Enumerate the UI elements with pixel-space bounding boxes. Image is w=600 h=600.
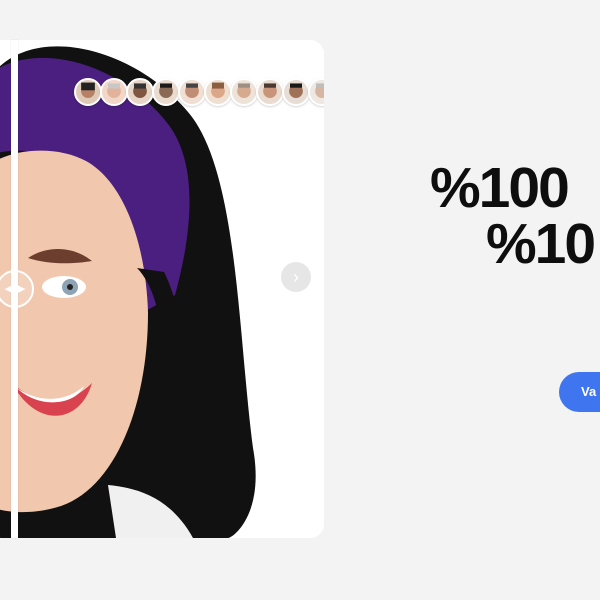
headline-line-1: %100: [430, 156, 570, 220]
chevron-right-icon: ›: [293, 267, 299, 287]
hero-headline: %100 %10: [430, 160, 600, 276]
chevron-left-icon: ◀: [5, 282, 14, 295]
avatar-5[interactable]: [178, 78, 206, 106]
next-arrow-button[interactable]: ›: [281, 262, 311, 292]
portrait-image: [0, 40, 324, 538]
avatar-10[interactable]: [308, 78, 324, 106]
avatar-8[interactable]: [256, 78, 284, 106]
page: › ◀ ▶ %100 %10 Va: [0, 0, 600, 600]
avatar-9[interactable]: [282, 78, 310, 106]
headline-line-2: %10: [486, 212, 596, 276]
avatar-6[interactable]: [204, 78, 232, 106]
avatar-7[interactable]: [230, 78, 258, 106]
avatar-1[interactable]: [74, 78, 102, 106]
avatar-3[interactable]: [126, 78, 154, 106]
chevron-right-icon: ▶: [16, 282, 25, 295]
avatar-strip[interactable]: [74, 78, 324, 106]
smile-preview-card: ›: [0, 40, 324, 538]
avatar-4[interactable]: [152, 78, 180, 106]
cta-button[interactable]: Va: [559, 372, 600, 412]
avatar-2[interactable]: [100, 78, 128, 106]
